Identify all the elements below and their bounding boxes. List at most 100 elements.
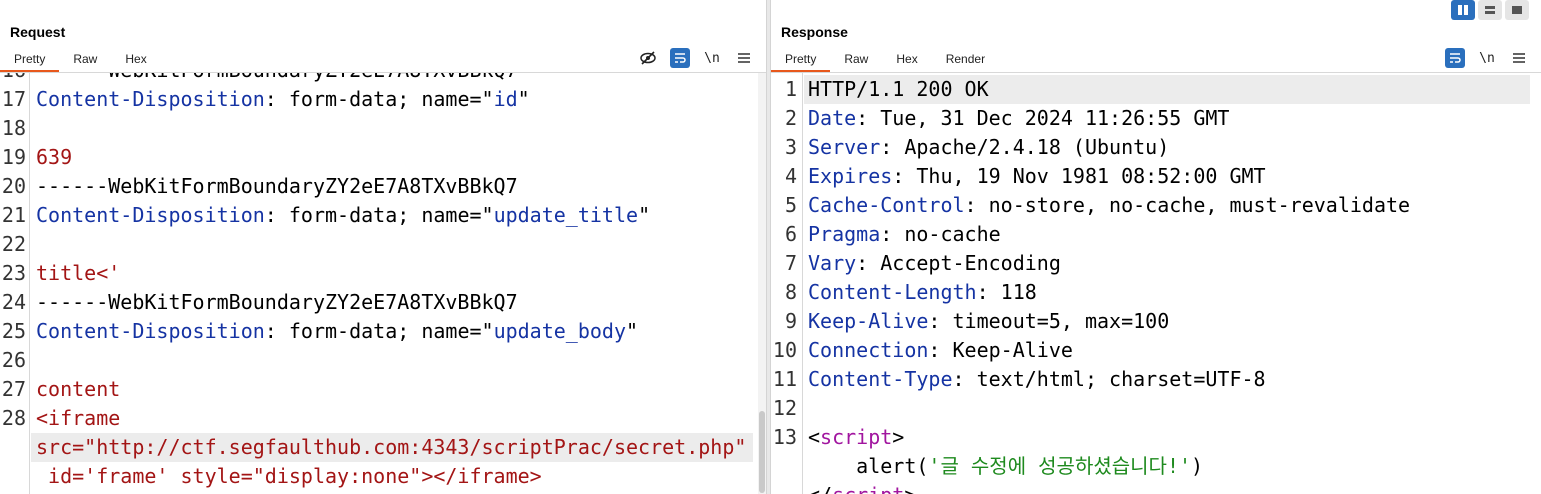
code-token: <: [808, 425, 821, 449]
code-line[interactable]: 10 Connection: Keep-Alive: [771, 336, 1541, 365]
code-text: <script>: [808, 423, 904, 452]
line-number: 13: [772, 425, 797, 449]
line-number: 5: [784, 193, 797, 217]
code-token: : form-data; name=": [264, 87, 494, 111]
response-editor[interactable]: 1 HTTP/1.1 200 OK 2 Date: Tue, 31 Dec 2024 …: [771, 73, 1541, 494]
code-token: </: [808, 483, 832, 494]
code-line[interactable]: 2 Date: Tue, 31 Dec 2024 11:26:55 GMT: [771, 104, 1541, 133]
code-line[interactable]: 19 639: [0, 143, 766, 172]
code-token: >: [904, 483, 916, 494]
word-wrap-icon[interactable]: [670, 48, 690, 68]
code-line[interactable]: 5 Cache-Control: no-store, no-cache, must…: [771, 191, 1541, 220]
code-line[interactable]: 9 Keep-Alive: timeout=5, max=100: [771, 307, 1541, 336]
response-pane: Response Pretty Raw Hex Render \n 1 HTTP/1.1…: [771, 0, 1541, 494]
code-line[interactable]: 6 Pragma: no-cache: [771, 220, 1541, 249]
code-text: <iframe: [36, 404, 120, 433]
code-token: Keep-Alive: [808, 309, 929, 333]
tab-render[interactable]: Render: [932, 50, 999, 72]
code-line[interactable]: 28 <iframe: [0, 404, 766, 433]
code-line[interactable]: 4 Expires: Thu, 19 Nov 1981 08:52:00 GMT: [771, 162, 1541, 191]
code-text: title<': [36, 259, 120, 288]
code-line[interactable]: 17 Content-Disposition: form-data; name="…: [0, 85, 766, 114]
tab-raw[interactable]: Raw: [830, 50, 882, 72]
request-scrollbar-thumb[interactable]: [759, 411, 765, 493]
code-token: Cache-Control: [808, 193, 965, 217]
request-scrollbar[interactable]: [758, 73, 766, 494]
code-token: 639: [36, 145, 73, 169]
code-line[interactable]: alert('글 수정에 성공하셨습니다!'): [771, 452, 1541, 481]
line-number: 2: [784, 106, 797, 130]
stacked-layout-icon[interactable]: [1478, 0, 1502, 20]
code-line[interactable]: 21 Content-Disposition: form-data; name="…: [0, 201, 766, 230]
code-line[interactable]: 12: [771, 394, 1541, 423]
code-line[interactable]: id='frame' style="display:none"></iframe…: [0, 462, 766, 491]
code-line[interactable]: 22: [0, 230, 766, 259]
code-text: Vary: Accept-Encoding: [808, 249, 1061, 278]
code-line[interactable]: 20 ------WebKitFormBoundaryZY2eE7A8TXvBBk…: [0, 172, 766, 201]
code-token: : 118: [976, 280, 1037, 304]
request-pane: Request PrettyRawHex \n 16 ------WebKitFo…: [0, 0, 766, 494]
tab-pretty[interactable]: Pretty: [0, 50, 60, 72]
code-token: '글 수정에 성공하셨습니다!': [928, 454, 1192, 478]
code-token: ": [626, 319, 639, 343]
code-token: Pragma: [808, 222, 881, 246]
newline-toggle[interactable]: \n: [1477, 48, 1497, 68]
code-token: <iframe: [36, 406, 121, 430]
code-text: ------WebKitFormBoundaryZY2eE7A8TXvBBkQ7: [36, 288, 518, 317]
code-text: Keep-Alive: timeout=5, max=100: [808, 307, 1169, 336]
newline-toggle[interactable]: \n: [702, 48, 722, 68]
code-line[interactable]: 11 Content-Type: text/html; charset=UTF-8: [771, 365, 1541, 394]
response-title: Response: [781, 24, 848, 40]
tab-raw[interactable]: Raw: [59, 50, 111, 72]
code-line[interactable]: 13 <script>: [771, 423, 1541, 452]
line-number: 4: [784, 164, 797, 188]
code-text: src="http://ctf.segfaulthub.com:4343/scr…: [36, 433, 746, 462]
line-number: 24: [1, 290, 26, 314]
line-number: 22: [1, 232, 26, 256]
code-text: Server: Apache/2.4.18 (Ubuntu): [808, 133, 1169, 162]
code-line[interactable]: </script>: [771, 481, 1541, 494]
code-line[interactable]: 26: [0, 346, 766, 375]
code-line[interactable]: 27 content: [0, 375, 766, 404]
code-text: Cache-Control: no-store, no-cache, must-…: [808, 191, 1410, 220]
code-line[interactable]: 16 ------WebKitFormBoundaryZY2eE7A8TXvBBk…: [0, 73, 766, 85]
code-text: Content-Disposition: form-data; name="up…: [36, 317, 638, 346]
code-line[interactable]: 7 Vary: Accept-Encoding: [771, 249, 1541, 278]
response-toolbar: \n: [1445, 48, 1529, 68]
tabbed-layout-icon[interactable]: [1505, 0, 1529, 20]
code-text: ------WebKitFormBoundaryZY2eE7A8TXvBBkQ7: [36, 73, 518, 85]
request-toolbar: \n: [638, 48, 754, 68]
code-text: Date: Tue, 31 Dec 2024 11:26:55 GMT: [808, 104, 1229, 133]
code-token: title<': [36, 261, 121, 285]
code-text: id='frame' style="display:none"></iframe…: [36, 462, 542, 491]
code-token: src="http://ctf.segfaulthub.com:4343/scr…: [36, 435, 747, 459]
code-line[interactable]: src="http://ctf.segfaulthub.com:4343/scr…: [31, 433, 753, 462]
code-line[interactable]: 3 Server: Apache/2.4.18 (Ubuntu): [771, 133, 1541, 162]
code-line[interactable]: 18: [0, 114, 766, 143]
menu-icon[interactable]: [1509, 48, 1529, 68]
tab-hex[interactable]: Hex: [882, 50, 931, 72]
line-number: 17: [1, 87, 26, 111]
code-token: script: [832, 483, 904, 494]
side-by-side-layout-icon[interactable]: [1451, 0, 1475, 20]
code-text: Content-Type: text/html; charset=UTF-8: [808, 365, 1266, 394]
code-token: ------WebKitFormBoundaryZY2eE7A8TXvBBkQ7: [36, 174, 518, 198]
request-title: Request: [10, 24, 66, 40]
line-number: 25: [1, 319, 26, 343]
code-line[interactable]: 25 Content-Disposition: form-data; name="…: [0, 317, 766, 346]
line-number: 7: [784, 251, 797, 275]
code-line[interactable]: 8 Content-Length: 118: [771, 278, 1541, 307]
code-token: Content-Type: [808, 367, 953, 391]
code-line[interactable]: 24 ------WebKitFormBoundaryZY2eE7A8TXvBBk…: [0, 288, 766, 317]
code-token: Content-Disposition: [36, 319, 265, 343]
menu-icon[interactable]: [734, 48, 754, 68]
word-wrap-icon[interactable]: [1445, 48, 1465, 68]
hide-eye-icon[interactable]: [638, 48, 658, 68]
code-token: Content-Length: [808, 280, 977, 304]
code-line[interactable]: 1 HTTP/1.1 200 OK: [785, 75, 1530, 104]
tab-hex[interactable]: Hex: [111, 50, 160, 72]
request-editor[interactable]: 16 ------WebKitFormBoundaryZY2eE7A8TXvBBk…: [0, 73, 766, 494]
line-number: 27: [1, 377, 26, 401]
tab-pretty[interactable]: Pretty: [771, 50, 831, 72]
code-line[interactable]: 23 title<': [0, 259, 766, 288]
